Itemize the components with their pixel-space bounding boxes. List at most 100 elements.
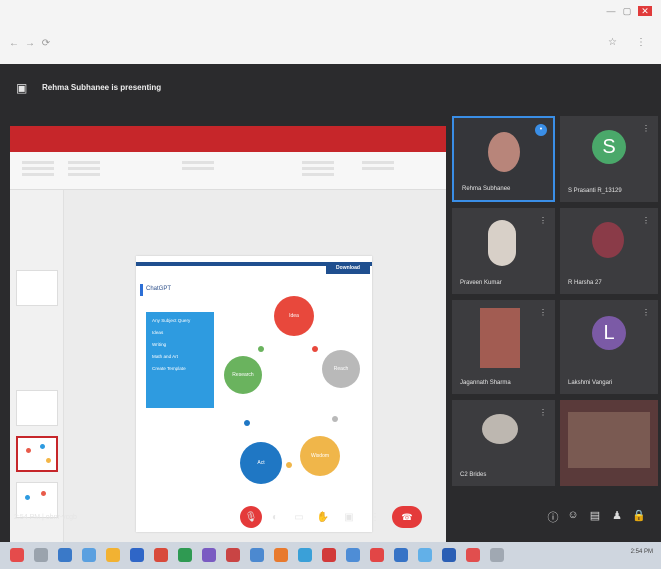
app-icon[interactable] [250, 548, 264, 562]
meeting-toolbar: 2:54 PM | obnr-vcgb 🎙 ◐ ▭ ✋ ▣ ⋮ ☎ ⓘ ☺ ▤ … [0, 494, 661, 542]
people-icon[interactable]: ☺ [566, 509, 580, 521]
lock-icon[interactable]: 🔒 [632, 509, 646, 522]
app-icon[interactable] [466, 548, 480, 562]
participant-tile-active[interactable]: • Rehma Subhanee [452, 116, 555, 202]
participant-name: C2 Brides [460, 472, 487, 478]
slide-info-box: Any Subject Query Ideas Writing Math and… [146, 312, 214, 408]
participant-name: R Harsha 27 [568, 280, 602, 286]
info-line: Writing [152, 342, 167, 347]
bookmark-star-icon[interactable]: ☆ [608, 37, 617, 48]
ribbon-group [360, 158, 396, 180]
browser-tab[interactable] [105, 10, 195, 28]
info-line: Create Template [152, 366, 186, 371]
participant-tile[interactable]: L ⋮ Lakshmi Vangari [560, 300, 658, 394]
tile-menu-icon[interactable]: ⋮ [539, 308, 547, 317]
present-screen-icon: ▣ [16, 81, 28, 95]
app-icon[interactable] [154, 548, 168, 562]
cycle-dot [286, 462, 292, 468]
slide: Download ChatGPT Any Subject Query Ideas… [136, 256, 372, 532]
chat-icon[interactable]: ▤ [588, 509, 602, 522]
forward-icon[interactable]: → [24, 38, 36, 49]
present-icon[interactable]: ▣ [338, 506, 360, 528]
app-icon[interactable] [82, 548, 96, 562]
reload-icon[interactable]: ⟳ [40, 38, 52, 49]
minimize-icon[interactable]: — [604, 6, 618, 16]
participant-avatar: S [592, 130, 626, 164]
captions-icon[interactable]: ▭ [288, 506, 310, 528]
browser-tab[interactable] [10, 10, 100, 28]
cycle-dot [312, 346, 318, 352]
app-icon[interactable] [202, 548, 216, 562]
app-icon[interactable] [346, 548, 360, 562]
app-icon[interactable] [130, 548, 144, 562]
app-icon[interactable] [442, 548, 456, 562]
back-icon[interactable]: ← [8, 38, 20, 49]
app-icon[interactable] [226, 548, 240, 562]
ribbon-group [180, 158, 216, 180]
screen: — ▢ ✕ ← → ⟳ ☆ ⋮ ▣ Rehma Subhanee is pres… [0, 0, 661, 569]
slide-title: ChatGPT [146, 286, 172, 292]
app-icon[interactable] [418, 548, 432, 562]
app-icon[interactable] [274, 548, 288, 562]
app-icon[interactable] [178, 548, 192, 562]
mic-off-icon[interactable]: 🎙 [240, 506, 262, 528]
slide-thumbnails [10, 190, 64, 542]
app-icon[interactable] [490, 548, 504, 562]
tab-strip: — ▢ ✕ [0, 0, 661, 30]
ppt-titlebar [10, 126, 446, 142]
end-call-button[interactable]: ☎ [392, 506, 422, 528]
cycle-circle: Wisdom [300, 436, 340, 476]
app-icon[interactable] [106, 548, 120, 562]
browser-menu-icon[interactable]: ⋮ [636, 37, 646, 48]
cycle-circle: Research [224, 356, 262, 394]
app-icon[interactable] [34, 548, 48, 562]
participant-photo [488, 220, 516, 266]
cycle-circle: Reach [322, 350, 360, 388]
address-bar[interactable]: ← → ⟳ ☆ ⋮ [8, 34, 653, 54]
cycle-dot [332, 416, 338, 422]
participant-photo [488, 132, 520, 172]
participant-tile[interactable]: ⋮ C2 Brides [452, 400, 555, 486]
meeting-info: 2:54 PM | obnr-vcgb [14, 514, 77, 521]
participant-avatar: L [592, 316, 626, 350]
participant-tile[interactable] [560, 400, 658, 486]
app-icon[interactable] [58, 548, 72, 562]
cycle-circle: Idea [274, 296, 314, 336]
tile-menu-icon[interactable]: ⋮ [642, 216, 650, 225]
participant-name: Rehma Subhanee [462, 186, 511, 192]
slide-thumbnail [16, 270, 58, 306]
participant-tile[interactable]: ⋮ Jagannath Sharma [452, 300, 555, 394]
tile-menu-icon[interactable]: ⋮ [539, 216, 547, 225]
shared-screen: Download ChatGPT Any Subject Query Ideas… [10, 126, 446, 542]
slide-tag: Download [326, 262, 370, 274]
app-icon[interactable] [322, 548, 336, 562]
app-icon[interactable] [298, 548, 312, 562]
app-icon[interactable] [370, 548, 384, 562]
start-icon[interactable] [10, 548, 24, 562]
more-icon[interactable]: ⋮ [364, 506, 386, 528]
browser-chrome: — ▢ ✕ ← → ⟳ ☆ ⋮ [0, 0, 661, 64]
tile-menu-icon[interactable]: ⋮ [539, 408, 547, 417]
participant-tile[interactable]: S ⋮ S Prasanti R_13129 [560, 116, 658, 202]
close-icon[interactable]: ✕ [638, 6, 652, 16]
activities-icon[interactable]: ♟ [610, 509, 624, 522]
maximize-icon[interactable]: ▢ [620, 6, 634, 16]
cycle-dot [244, 420, 250, 426]
info-icon[interactable]: ⓘ [546, 509, 560, 525]
participant-photo [480, 308, 520, 368]
cycle-circle: Act [240, 442, 282, 484]
app-icon[interactable] [394, 548, 408, 562]
ppt-ribbon [10, 152, 446, 190]
ribbon-group [66, 158, 102, 180]
camera-icon[interactable]: ◐ [264, 506, 286, 528]
participant-name: S Prasanti R_13129 [568, 188, 622, 194]
participant-photo [592, 222, 624, 258]
participant-tile[interactable]: ⋮ Praveen Kumar [452, 208, 555, 294]
participant-name: Jagannath Sharma [460, 380, 511, 386]
hand-icon[interactable]: ✋ [312, 506, 334, 528]
participant-tile[interactable]: ⋮ R Harsha 27 [560, 208, 658, 294]
tile-menu-icon[interactable]: ⋮ [642, 124, 650, 133]
ribbon-group [20, 158, 56, 180]
ppt-menu [10, 142, 446, 152]
tile-menu-icon[interactable]: ⋮ [642, 308, 650, 317]
